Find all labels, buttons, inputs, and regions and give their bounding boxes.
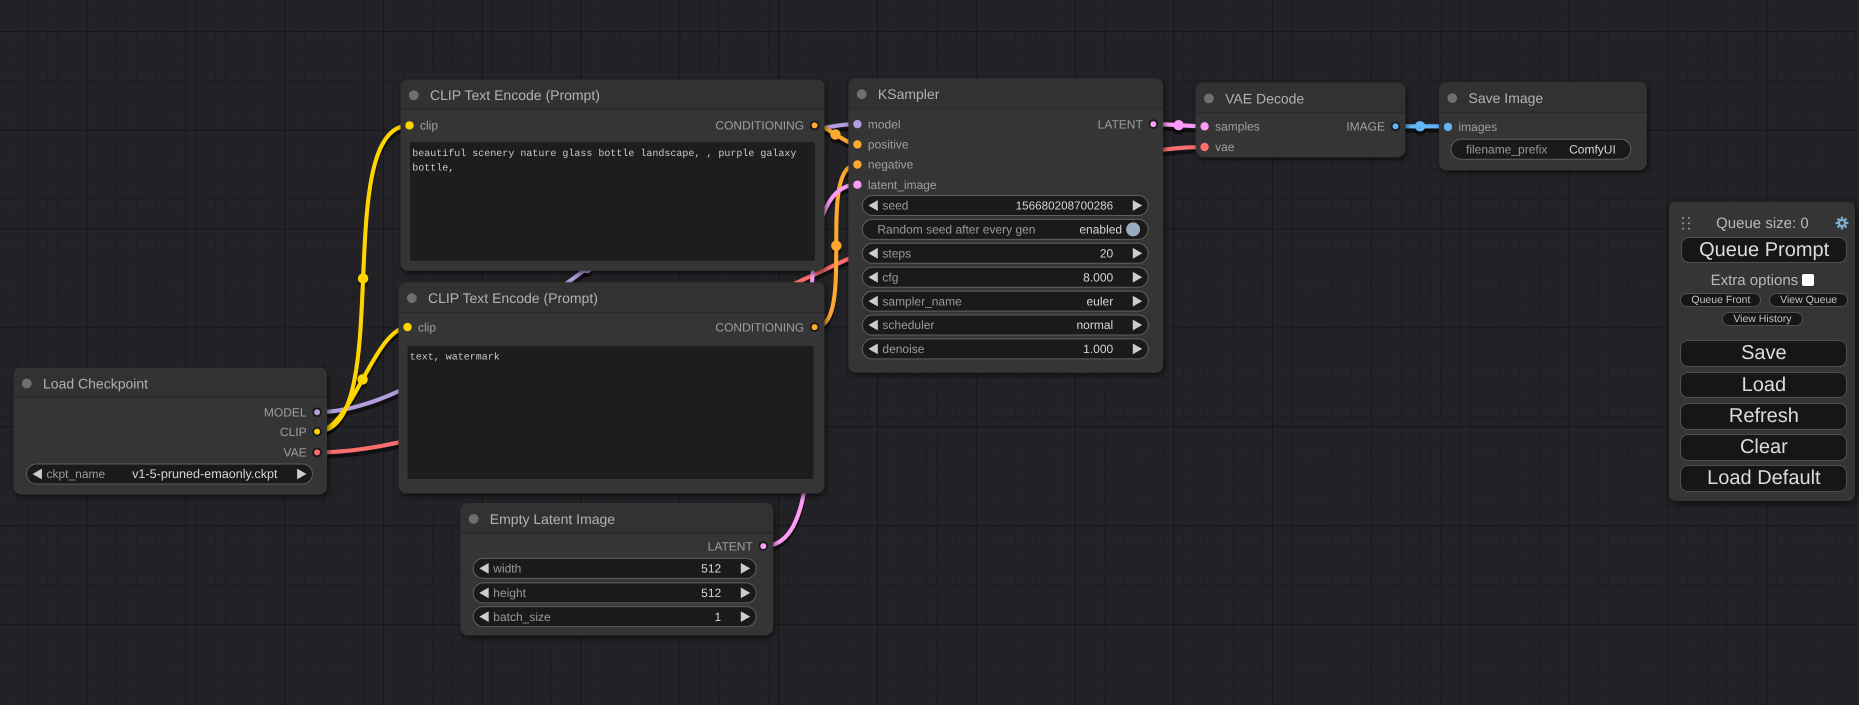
- svg-text:cfg: cfg: [882, 270, 898, 284]
- svg-text:512: 512: [701, 562, 721, 576]
- svg-text:height: height: [493, 586, 526, 600]
- svg-text:latent_image: latent_image: [868, 178, 937, 192]
- svg-text:batch_size: batch_size: [493, 610, 551, 624]
- svg-text:filename_prefix: filename_prefix: [1466, 142, 1547, 156]
- svg-text:CLIP Text Encode (Prompt): CLIP Text Encode (Prompt): [430, 87, 600, 103]
- svg-text:512: 512: [701, 586, 721, 600]
- svg-text:ckpt_name: ckpt_name: [47, 467, 106, 481]
- svg-text:clip: clip: [420, 119, 438, 133]
- svg-text:CONDITIONING: CONDITIONING: [715, 119, 804, 133]
- svg-text:enabled: enabled: [1079, 223, 1122, 237]
- svg-text:images: images: [1459, 120, 1498, 134]
- svg-text:VAE Decode: VAE Decode: [1225, 90, 1304, 106]
- svg-text:Save Image: Save Image: [1469, 90, 1544, 106]
- svg-text:euler: euler: [1087, 294, 1114, 308]
- svg-text:LATENT: LATENT: [1098, 117, 1144, 131]
- svg-text:beautiful scenery nature glass: beautiful scenery nature glass bottle la…: [412, 148, 796, 160]
- svg-text:bottle,: bottle,: [412, 162, 454, 174]
- svg-text:samples: samples: [1215, 120, 1260, 134]
- svg-text:positive: positive: [868, 138, 909, 152]
- svg-text:v1-5-pruned-emaonly.ckpt: v1-5-pruned-emaonly.ckpt: [132, 467, 278, 481]
- svg-text:8.000: 8.000: [1083, 270, 1113, 284]
- svg-text:1: 1: [715, 610, 722, 624]
- svg-text:Empty Latent Image: Empty Latent Image: [490, 511, 616, 527]
- svg-text:width: width: [492, 562, 521, 576]
- svg-text:denoise: denoise: [882, 342, 924, 356]
- svg-text:LATENT: LATENT: [708, 539, 754, 553]
- svg-text:IMAGE: IMAGE: [1346, 120, 1385, 134]
- svg-text:vae: vae: [1215, 140, 1235, 154]
- svg-text:CLIP: CLIP: [280, 425, 307, 439]
- svg-text:20: 20: [1100, 247, 1114, 261]
- svg-text:scheduler: scheduler: [882, 318, 934, 332]
- svg-text:seed: seed: [882, 199, 908, 213]
- svg-text:negative: negative: [868, 158, 914, 172]
- svg-text:CONDITIONING: CONDITIONING: [715, 320, 804, 334]
- svg-text:KSampler: KSampler: [878, 86, 940, 102]
- svg-text:CLIP Text Encode (Prompt): CLIP Text Encode (Prompt): [428, 290, 598, 306]
- svg-text:Random seed after every gen: Random seed after every gen: [877, 223, 1035, 237]
- svg-text:clip: clip: [418, 320, 436, 334]
- svg-text:steps: steps: [882, 247, 911, 261]
- svg-text:MODEL: MODEL: [264, 405, 307, 419]
- svg-text:156680208700286: 156680208700286: [1016, 200, 1114, 213]
- svg-text:1.000: 1.000: [1083, 342, 1113, 356]
- svg-text:ComfyUI: ComfyUI: [1569, 142, 1616, 156]
- svg-text:normal: normal: [1077, 318, 1114, 332]
- svg-text:model: model: [868, 117, 901, 131]
- svg-text:Load Checkpoint: Load Checkpoint: [43, 375, 148, 391]
- svg-text:sampler_name: sampler_name: [882, 294, 962, 308]
- svg-text:VAE: VAE: [283, 446, 306, 460]
- svg-text:text, watermark: text, watermark: [410, 352, 500, 364]
